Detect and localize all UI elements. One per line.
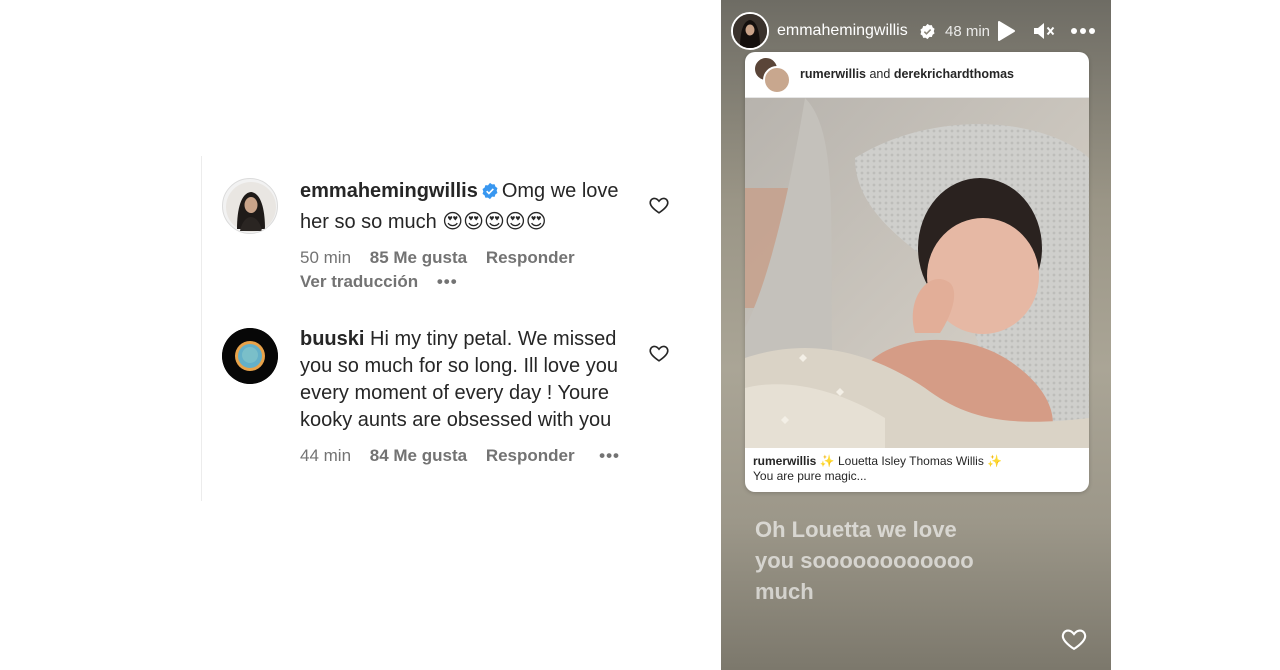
see-translation-link[interactable]: Ver traducción <box>300 272 418 291</box>
story-avatar[interactable] <box>731 12 769 50</box>
shared-post-card[interactable]: rumerwillis and derekrichardthomas rumer… <box>745 52 1089 492</box>
story-username[interactable]: emmahemingwillis <box>777 22 908 40</box>
shared-post-photo <box>745 98 1089 448</box>
comment-username[interactable]: emmahemingwillis <box>300 180 478 202</box>
reply-button[interactable]: Responder <box>486 248 575 267</box>
avatar <box>763 66 791 94</box>
avatar-image <box>226 182 276 232</box>
heart-eyes-emoji-icon: 😍😍😍😍😍 <box>442 209 547 233</box>
story-header: emmahemingwillis 48 min <box>731 12 1101 52</box>
more-options-icon[interactable]: ••• <box>599 444 620 468</box>
avatar-image <box>733 14 767 48</box>
comment-likes[interactable]: 85 Me gusta <box>370 248 467 267</box>
comment-text: buuski Hi my tiny petal. We missed you s… <box>300 326 640 434</box>
shared-post-header: rumerwillis and derekrichardthomas <box>745 52 1089 98</box>
comment-time: 50 min <box>300 248 352 267</box>
shared-post-joiner: and <box>869 67 891 81</box>
avatar[interactable] <box>222 328 278 384</box>
play-icon[interactable] <box>996 20 1022 44</box>
caption-line-2: You are pure magic... <box>753 469 867 483</box>
verified-badge-icon <box>919 23 937 41</box>
comment-text: emmahemingwillis Omg we love her so so mu… <box>300 178 640 236</box>
like-heart-icon[interactable] <box>648 342 670 364</box>
comments-panel: emmahemingwillis Omg we love her so so mu… <box>201 156 701 501</box>
avatar-image <box>222 328 278 384</box>
shared-post-username[interactable]: rumerwillis <box>800 67 866 81</box>
mute-icon[interactable] <box>1032 20 1058 44</box>
comment-meta-row-2: Ver traducción ••• <box>300 270 640 294</box>
shared-post-caption: rumerwillis ✨ Louetta Isley Thomas Willi… <box>753 454 1081 484</box>
comment-item: buuski Hi my tiny petal. We missed you s… <box>222 328 692 478</box>
reply-button[interactable]: Responder <box>486 446 575 465</box>
comment-meta: 44 min 84 Me gusta Responder ••• <box>300 444 640 468</box>
story-viewer: emmahemingwillis 48 min rumerwillis and … <box>721 0 1111 670</box>
comment-likes[interactable]: 84 Me gusta <box>370 446 467 465</box>
story-timestamp: 48 min <box>945 23 991 40</box>
heart-icon[interactable] <box>1059 625 1089 653</box>
shared-post-users: rumerwillis and derekrichardthomas <box>800 67 1014 81</box>
more-options-icon[interactable] <box>1069 20 1099 44</box>
more-options-icon[interactable]: ••• <box>437 272 458 291</box>
comment-time: 44 min <box>300 446 352 465</box>
comment-username[interactable]: buuski <box>300 328 364 350</box>
avatar[interactable] <box>222 178 278 234</box>
story-overlay-text: Oh Louetta we love you soooooooooooo muc… <box>755 517 974 604</box>
verified-badge-icon <box>481 181 499 208</box>
comment-item: emmahemingwillis Omg we love her so so mu… <box>222 178 692 298</box>
caption-text: ✨ Louetta Isley Thomas Willis ✨ <box>819 454 1003 468</box>
comment-meta: 50 min 85 Me gusta Responder <box>300 246 640 270</box>
shared-post-collaborator[interactable]: derekrichardthomas <box>894 67 1014 81</box>
like-heart-icon[interactable] <box>648 194 670 216</box>
caption-username[interactable]: rumerwillis <box>753 454 816 468</box>
